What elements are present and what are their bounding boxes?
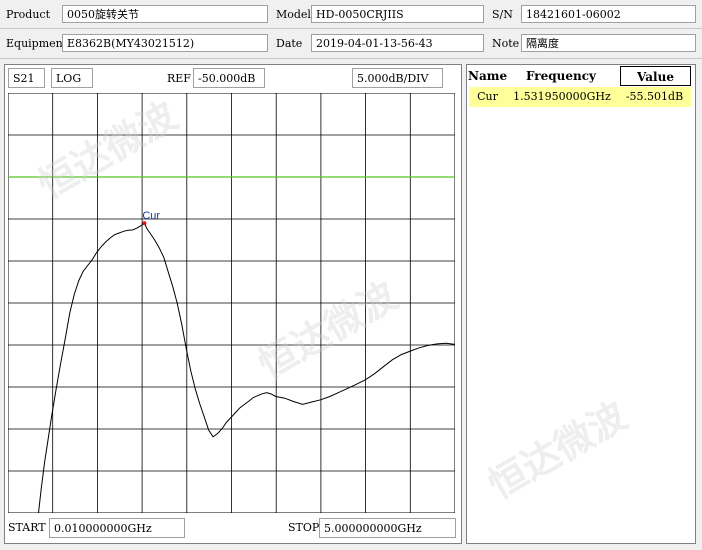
note-field[interactable]: 隔离度 xyxy=(521,34,696,52)
marker-label: Cur xyxy=(142,210,160,222)
trace-plot: Cur xyxy=(8,93,455,513)
scale-field[interactable]: 5.000dB/DIV xyxy=(352,68,443,88)
sn-field[interactable]: 18421601-06002 xyxy=(521,5,696,23)
product-field[interactable]: 0050旋转关节 xyxy=(62,5,268,23)
sn-label: S/N xyxy=(492,8,513,21)
header-divider-2 xyxy=(0,58,702,59)
marker-row-value[interactable]: -55.501dB xyxy=(618,87,691,107)
stop-field[interactable]: 5.000000000GHz xyxy=(319,518,456,538)
start-field[interactable]: 0.010000000GHz xyxy=(49,518,185,538)
equipment-label: Equipment xyxy=(6,37,68,50)
start-label: START xyxy=(8,521,46,534)
col-header-value[interactable]: Value xyxy=(620,66,691,86)
col-header-frequency: Frequency xyxy=(525,69,597,83)
model-field[interactable]: HD-0050CRJIIS xyxy=(311,5,484,23)
ref-label: REF xyxy=(167,72,191,85)
stop-label: STOP xyxy=(288,521,320,534)
marker-panel xyxy=(466,64,696,544)
product-label: Product xyxy=(6,8,50,21)
model-label: Model xyxy=(276,8,311,21)
ref-field[interactable]: -50.000dB xyxy=(193,68,265,88)
equipment-field[interactable]: E8362B(MY43021512) xyxy=(62,34,268,52)
date-field[interactable]: 2019-04-01-13-56-43 xyxy=(311,34,484,52)
marker-row-frequency[interactable]: 1.531950000GHz xyxy=(506,87,618,107)
format-field[interactable]: LOG xyxy=(51,68,93,88)
marker-row-name[interactable]: Cur xyxy=(469,87,506,107)
header-divider-1 xyxy=(0,28,702,29)
col-header-name: Name xyxy=(468,69,508,83)
note-label: Note xyxy=(492,37,520,50)
date-label: Date xyxy=(276,37,303,50)
param-field[interactable]: S21 xyxy=(8,68,45,88)
